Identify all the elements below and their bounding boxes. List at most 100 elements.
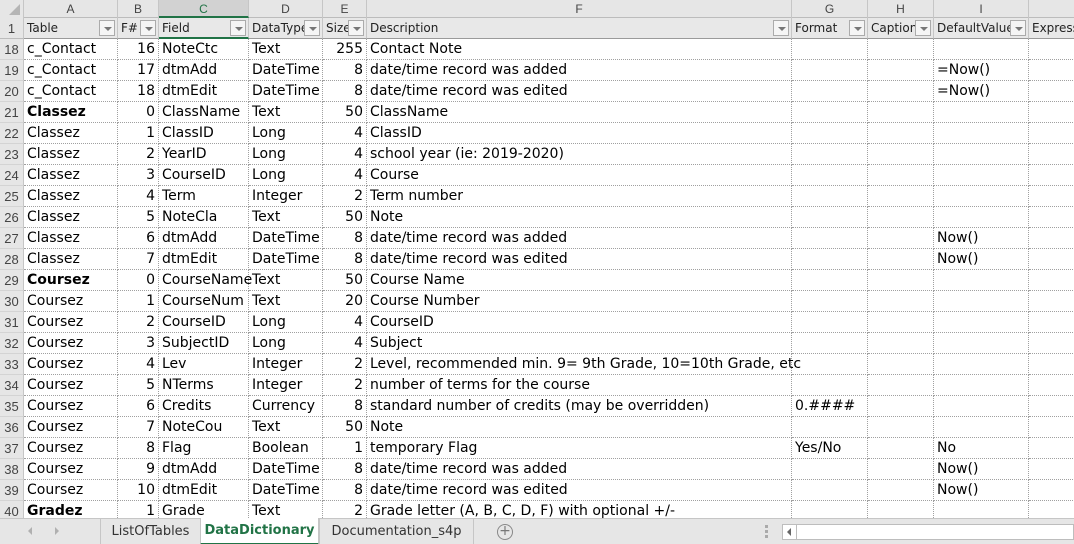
cell-format[interactable] (792, 81, 868, 102)
cell-expression[interactable] (1029, 291, 1074, 312)
row-header[interactable]: 22 (0, 123, 24, 144)
cell-defaultvalue[interactable] (934, 270, 1029, 291)
cell-size[interactable]: 8 (323, 459, 367, 480)
cell-description[interactable]: date/time record was added (367, 228, 792, 249)
cell-description[interactable]: date/time record was edited (367, 249, 792, 270)
cell-datatype[interactable]: Long (249, 165, 323, 186)
cell-size[interactable]: 8 (323, 81, 367, 102)
select-all-button[interactable] (0, 0, 24, 18)
cell-defaultvalue[interactable] (934, 291, 1029, 312)
cell-format[interactable] (792, 186, 868, 207)
filter-dropdown-icon[interactable] (348, 20, 364, 36)
cell-datatype[interactable]: DateTime (249, 228, 323, 249)
row-header[interactable]: 33 (0, 354, 24, 375)
cell-format[interactable] (792, 207, 868, 228)
cell-caption[interactable] (868, 417, 934, 438)
cell-format[interactable] (792, 270, 868, 291)
cell-defaultvalue[interactable] (934, 102, 1029, 123)
cell-field[interactable]: NTerms (159, 375, 249, 396)
row-header[interactable]: 29 (0, 270, 24, 291)
cell-expression[interactable] (1029, 123, 1074, 144)
header-cell-table[interactable]: Table (24, 18, 118, 39)
cell-caption[interactable] (868, 396, 934, 417)
row-header[interactable]: 30 (0, 291, 24, 312)
header-cell-format[interactable]: Format (792, 18, 868, 39)
cell-datatype[interactable]: Boolean (249, 438, 323, 459)
cell-defaultvalue[interactable]: Now() (934, 228, 1029, 249)
cell-datatype[interactable]: Long (249, 123, 323, 144)
cell-format[interactable] (792, 60, 868, 81)
cell-datatype[interactable]: Text (249, 417, 323, 438)
column-header-c[interactable]: C (159, 0, 249, 18)
row-header[interactable]: 38 (0, 459, 24, 480)
cell-caption[interactable] (868, 228, 934, 249)
cell-table[interactable]: Classez (24, 144, 118, 165)
cell-format[interactable] (792, 102, 868, 123)
cell-table[interactable]: Classez (24, 207, 118, 228)
cell-defaultvalue[interactable]: =Now() (934, 60, 1029, 81)
cell-table[interactable]: Classez (24, 249, 118, 270)
cell-field[interactable]: YearID (159, 144, 249, 165)
cell-field[interactable]: ClassName (159, 102, 249, 123)
cell-datatype[interactable]: Long (249, 144, 323, 165)
cell-field[interactable]: Flag (159, 438, 249, 459)
cell-expression[interactable] (1029, 144, 1074, 165)
cell-size[interactable]: 4 (323, 123, 367, 144)
scroll-left-arrow-icon[interactable] (783, 525, 797, 539)
cell-description[interactable]: school year (ie: 2019-2020) (367, 144, 792, 165)
filter-dropdown-icon[interactable] (915, 20, 931, 36)
cell-table[interactable]: Coursez (24, 417, 118, 438)
column-header-f[interactable]: F (367, 0, 792, 18)
cell-expression[interactable] (1029, 438, 1074, 459)
cell-fnum[interactable]: 3 (118, 333, 159, 354)
cell-fnum[interactable]: 2 (118, 312, 159, 333)
cell-fnum[interactable]: 0 (118, 270, 159, 291)
cell-description[interactable]: Contact Note (367, 39, 792, 60)
cell-fnum[interactable]: 0 (118, 102, 159, 123)
cell-caption[interactable] (868, 459, 934, 480)
cell-description[interactable]: date/time record was edited (367, 81, 792, 102)
cell-format[interactable] (792, 165, 868, 186)
horizontal-scrollbar[interactable] (782, 524, 1074, 540)
cell-table[interactable]: Classez (24, 165, 118, 186)
cell-caption[interactable] (868, 39, 934, 60)
cell-field[interactable]: dtmAdd (159, 60, 249, 81)
cell-expression[interactable] (1029, 39, 1074, 60)
cell-fnum[interactable]: 4 (118, 354, 159, 375)
cell-defaultvalue[interactable] (934, 312, 1029, 333)
cell-expression[interactable] (1029, 60, 1074, 81)
cell-datatype[interactable]: Text (249, 207, 323, 228)
cell-defaultvalue[interactable] (934, 501, 1029, 518)
header-cell-datatype[interactable]: DataType (249, 18, 323, 39)
cell-table[interactable]: Coursez (24, 480, 118, 501)
cell-caption[interactable] (868, 333, 934, 354)
cell-field[interactable]: CourseID (159, 312, 249, 333)
cell-description[interactable]: Grade letter (A, B, C, D, F) with option… (367, 501, 792, 518)
cell-defaultvalue[interactable] (934, 333, 1029, 354)
header-cell-caption[interactable]: Caption (868, 18, 934, 39)
filter-dropdown-icon[interactable] (140, 20, 156, 36)
cell-format[interactable]: 0.#### (792, 396, 868, 417)
cell-field[interactable]: CourseID (159, 165, 249, 186)
cell-description[interactable]: Subject (367, 333, 792, 354)
filter-dropdown-icon[interactable] (1010, 20, 1026, 36)
cell-size[interactable]: 50 (323, 417, 367, 438)
cell-format[interactable]: Yes/No (792, 438, 868, 459)
cell-fnum[interactable]: 9 (118, 459, 159, 480)
cell-expression[interactable] (1029, 375, 1074, 396)
cell-caption[interactable] (868, 123, 934, 144)
cell-size[interactable]: 4 (323, 312, 367, 333)
row-header[interactable]: 39 (0, 480, 24, 501)
cell-field[interactable]: dtmEdit (159, 480, 249, 501)
cell-fnum[interactable]: 7 (118, 249, 159, 270)
cell-description[interactable]: date/time record was edited (367, 480, 792, 501)
cell-size[interactable]: 50 (323, 270, 367, 291)
cell-size[interactable]: 4 (323, 333, 367, 354)
row-header[interactable]: 35 (0, 396, 24, 417)
cell-defaultvalue[interactable] (934, 186, 1029, 207)
cell-defaultvalue[interactable] (934, 354, 1029, 375)
filter-dropdown-icon[interactable] (99, 20, 115, 36)
cell-size[interactable]: 2 (323, 375, 367, 396)
row-header[interactable]: 40 (0, 501, 24, 518)
cell-caption[interactable] (868, 81, 934, 102)
